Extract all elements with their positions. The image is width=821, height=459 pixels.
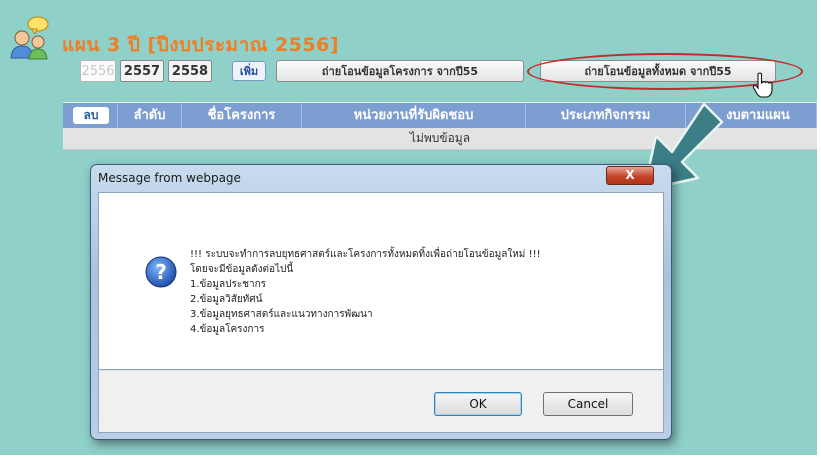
people-chat-icon: [10, 16, 49, 60]
dialog-body: ? !!! ระบบจะทำการลบยุทธศาสตร์และโครงการท…: [98, 192, 664, 370]
hand-cursor-icon: [752, 72, 773, 98]
import-projects-button[interactable]: ถ่ายโอนข้อมูลโครงการ จากปี55: [276, 60, 524, 82]
column-header-department[interactable]: หน่วยงานที่รับผิดชอบ: [302, 103, 526, 128]
question-icon: ?: [145, 256, 177, 288]
year-2557-button[interactable]: 2557: [120, 60, 164, 82]
cancel-button[interactable]: Cancel: [543, 392, 633, 416]
year-2556-button[interactable]: 2556: [80, 60, 116, 82]
dialog-message: !!! ระบบจะทำการลบยุทธศาสตร์และโครงการทั้…: [190, 249, 541, 335]
dialog-title: Message from webpage: [98, 171, 241, 185]
page-background: แผน 3 ปี [ปีงบประมาณ 2556] 2556 2557 255…: [0, 0, 819, 457]
page-title: แผน 3 ปี [ปีงบประมาณ 2556]: [62, 34, 340, 56]
delete-button[interactable]: ลบ: [73, 107, 109, 124]
dialog-footer: OK Cancel: [98, 370, 664, 433]
ok-button[interactable]: OK: [434, 392, 522, 416]
message-dialog: Message from webpage X ? !!! ระบบจะทำการ…: [90, 164, 672, 440]
delete-column: ลบ: [63, 103, 118, 128]
svg-text:?: ?: [155, 260, 167, 284]
add-year-button[interactable]: เพิ่ม: [232, 61, 266, 81]
column-header-order[interactable]: ลำดับ: [118, 103, 182, 128]
year-2558-button[interactable]: 2558: [168, 60, 212, 82]
close-button[interactable]: X: [606, 166, 654, 185]
column-header-project-name[interactable]: ชื่อโครงการ: [182, 103, 302, 128]
